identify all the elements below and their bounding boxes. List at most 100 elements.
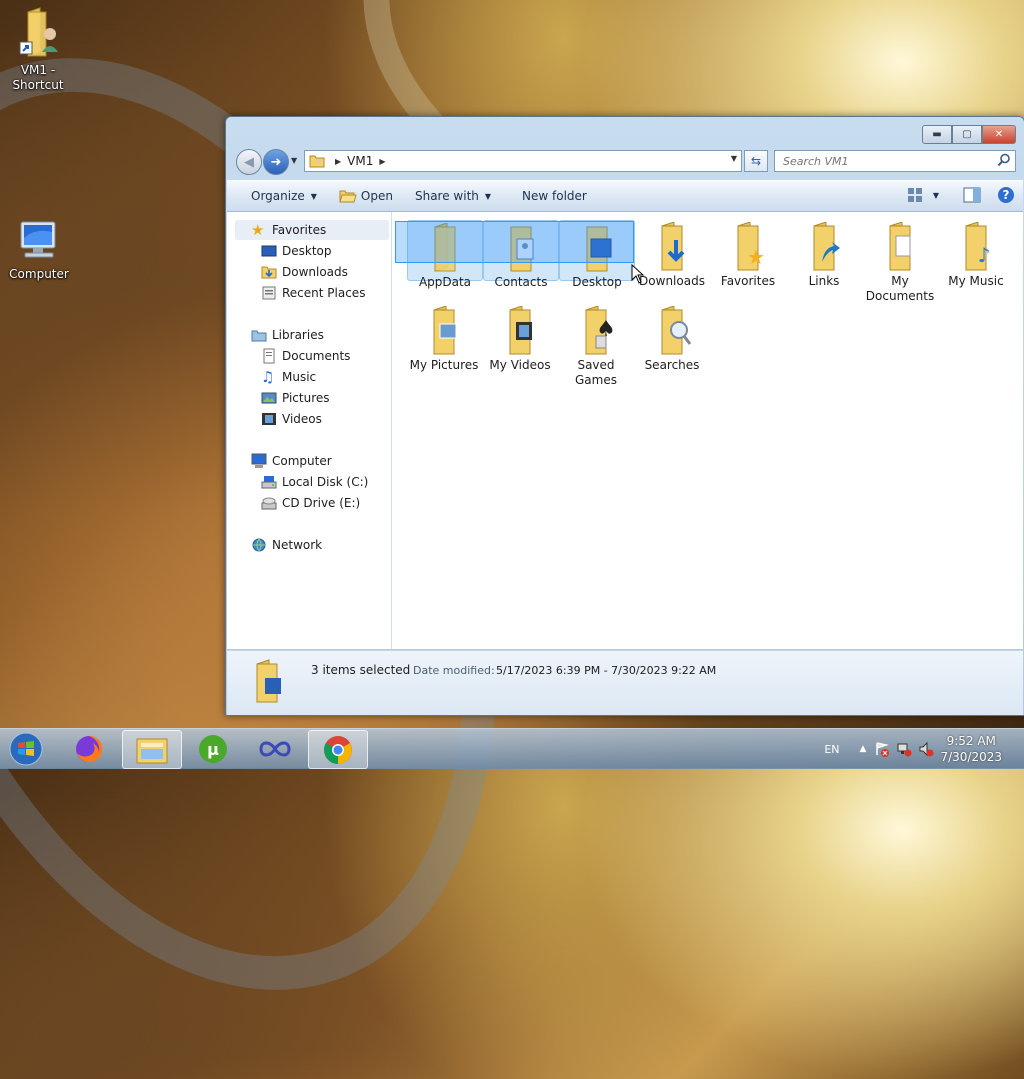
- taskbar-utorrent[interactable]: µ: [184, 730, 242, 767]
- navpane-favorites-label: Favorites: [272, 223, 327, 237]
- folder-saved-games[interactable]: ♠ Saved Games: [559, 304, 633, 388]
- search-box[interactable]: [774, 150, 1016, 172]
- folder-name: Downloads: [639, 274, 705, 288]
- view-controls: ▼ ?: [907, 186, 1015, 204]
- desktop-icon-vm1-shortcut[interactable]: VM1 - Shortcut: [0, 6, 76, 93]
- navpane-computer[interactable]: Computer: [251, 451, 332, 471]
- back-button[interactable]: ◀: [236, 149, 262, 175]
- documents-folder-icon: [889, 222, 911, 271]
- volume-muted-icon[interactable]: [918, 741, 934, 757]
- navpane-item-music[interactable]: ♫ Music: [261, 367, 316, 387]
- navpane-item-label: Music: [282, 370, 317, 384]
- desktop-icon-computer[interactable]: Computer: [1, 218, 77, 282]
- navpane-item-desktop[interactable]: Desktop: [261, 241, 332, 261]
- infinity-icon: [259, 741, 291, 756]
- start-button[interactable]: [0, 730, 52, 767]
- navpane-item-cd-drive[interactable]: CD Drive (E:): [261, 493, 360, 513]
- navpane-item-downloads[interactable]: Downloads: [261, 262, 348, 282]
- folder-name: My Videos: [489, 358, 551, 372]
- user-folder-shortcut-icon: [19, 7, 58, 57]
- utorrent-icon: µ: [199, 734, 227, 763]
- navpane-item-pictures[interactable]: Pictures: [261, 388, 330, 408]
- downloads-folder-icon: [661, 222, 685, 271]
- folder-name: Favorites: [720, 274, 776, 288]
- svg-text:♪: ♪: [978, 243, 991, 267]
- view-dropdown-icon[interactable]: ▼: [933, 191, 939, 200]
- back-arrow-icon: ◀: [244, 154, 254, 170]
- navpane-item-label: Desktop: [282, 244, 332, 258]
- firefox-icon: [76, 735, 103, 762]
- change-view-icon[interactable]: [907, 187, 923, 203]
- folder-my-videos[interactable]: My Videos: [483, 304, 557, 373]
- minimize-button[interactable]: ▬: [922, 125, 952, 144]
- folder-downloads[interactable]: Downloads: [635, 220, 709, 289]
- videos-folder-icon: [509, 306, 532, 355]
- navpane-item-label: Pictures: [282, 391, 330, 405]
- recent-places-icon: [262, 286, 276, 300]
- clock[interactable]: 9:52 AM 7/30/2023: [940, 733, 1002, 765]
- open-button[interactable]: Open: [328, 181, 404, 211]
- action-center-icon[interactable]: [874, 741, 890, 757]
- network-tray-icon[interactable]: [896, 741, 912, 757]
- navpane-libraries[interactable]: Libraries: [251, 325, 324, 345]
- share-with-menu[interactable]: Share with ▼: [404, 181, 502, 211]
- forward-button[interactable]: ➜: [263, 149, 289, 175]
- navpane-favorites[interactable]: ★ Favorites: [251, 220, 326, 240]
- search-icon[interactable]: [997, 153, 1011, 167]
- taskbar-windows-explorer[interactable]: [122, 730, 182, 769]
- forward-arrow-icon: ➜: [270, 154, 282, 170]
- recent-pages-dropdown[interactable]: ▼: [291, 156, 297, 165]
- folder-name: My Music: [948, 274, 1004, 288]
- folder-my-pictures[interactable]: My Pictures: [407, 304, 481, 373]
- maximize-button[interactable]: ▢: [952, 125, 982, 144]
- folder-my-music[interactable]: ♪ My Music: [939, 220, 1013, 289]
- navpane-computer-label: Computer: [272, 454, 332, 468]
- folder-name: AppData: [418, 275, 472, 289]
- navpane-network[interactable]: Network: [251, 535, 322, 555]
- chrome-icon: [324, 735, 352, 764]
- navpane-item-recent-places[interactable]: Recent Places: [261, 283, 365, 303]
- computer-icon: [20, 221, 56, 258]
- content-area: ★ Favorites Desktop Downloads Recent Pla…: [227, 212, 1023, 649]
- organize-menu[interactable]: Organize ▼: [227, 181, 328, 211]
- navpane-item-documents[interactable]: Documents: [261, 346, 350, 366]
- folder-searches[interactable]: Searches: [635, 304, 709, 373]
- chevron-down-icon: ▼: [484, 191, 492, 201]
- preview-pane-icon[interactable]: [963, 187, 981, 203]
- folder-name: Links: [808, 274, 840, 288]
- search-input[interactable]: [781, 153, 995, 169]
- folder-name: Contacts: [494, 275, 548, 289]
- navpane-item-local-disk[interactable]: Local Disk (C:): [261, 472, 368, 492]
- taskbar-firefox[interactable]: [60, 730, 118, 767]
- close-button[interactable]: ✕: [982, 125, 1016, 144]
- refresh-button[interactable]: ⇆: [744, 150, 768, 172]
- show-hidden-icons-icon[interactable]: ▲: [860, 744, 867, 754]
- taskbar-chrome[interactable]: [308, 730, 368, 769]
- organize-label: Organize: [251, 189, 305, 203]
- hard-disk-icon: [261, 476, 277, 489]
- breadcrumb-chevron-icon[interactable]: ▶: [335, 157, 341, 166]
- help-icon[interactable]: ?: [997, 186, 1015, 204]
- folder-favorites[interactable]: ★ Favorites: [711, 220, 785, 289]
- navpane-item-videos[interactable]: Videos: [261, 409, 322, 429]
- links-folder-icon: [813, 222, 840, 271]
- share-with-label: Share with: [414, 189, 479, 203]
- clock-time: 9:52 AM: [946, 734, 996, 748]
- folder-name: Desktop: [572, 275, 622, 289]
- taskbar-infinity-app[interactable]: [246, 730, 304, 767]
- breadcrumb-chevron-icon[interactable]: ▶: [379, 157, 385, 166]
- new-folder-label: New folder: [522, 189, 587, 203]
- navpane-item-label: Downloads: [282, 265, 348, 279]
- breadcrumb-vm1[interactable]: VM1: [347, 154, 373, 168]
- folder-name: Searches: [644, 358, 700, 372]
- language-indicator[interactable]: EN: [824, 743, 839, 756]
- clock-date: 7/30/2023: [940, 750, 1002, 764]
- address-bar[interactable]: ▶ VM1 ▶ ▼: [304, 150, 742, 172]
- navigation-pane: ★ Favorites Desktop Downloads Recent Pla…: [227, 212, 392, 649]
- folder-links[interactable]: Links: [787, 220, 861, 289]
- new-folder-button[interactable]: New folder: [502, 181, 598, 211]
- searches-folder-icon: [661, 306, 692, 355]
- folder-my-documents[interactable]: My Documents: [863, 220, 937, 304]
- address-dropdown-icon[interactable]: ▼: [731, 154, 737, 163]
- folder-name: My Pictures: [409, 358, 479, 372]
